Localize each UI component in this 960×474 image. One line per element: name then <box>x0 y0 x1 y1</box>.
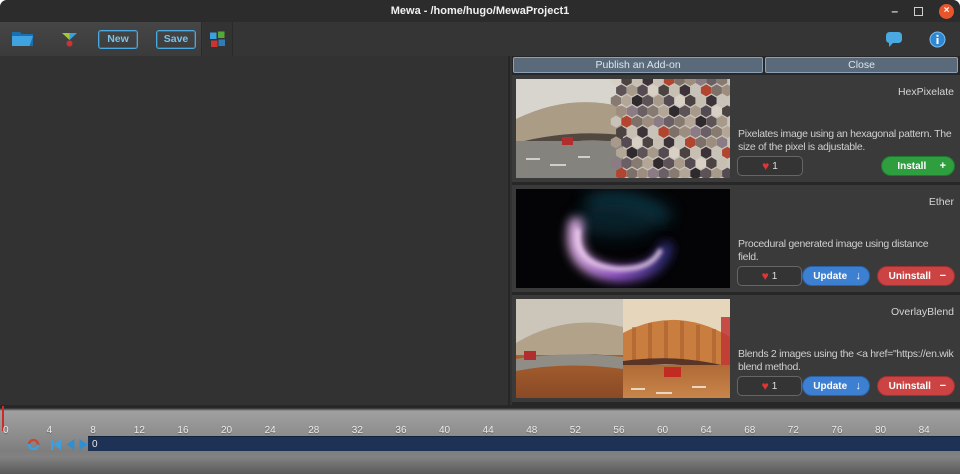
update-button[interactable]: Update ↓ <box>802 266 870 286</box>
timeline-tick-label: 0 <box>3 425 9 436</box>
open-folder-icon <box>11 30 35 48</box>
minimize-button[interactable]: – <box>891 6 898 16</box>
timeline-tick-label: 28 <box>308 425 319 436</box>
import-funnel-icon <box>61 31 78 48</box>
loop-icon <box>27 438 40 451</box>
feedback-button[interactable] <box>885 31 903 48</box>
loop-button[interactable] <box>27 438 40 451</box>
minus-icon: − <box>940 381 946 392</box>
window-controls: – × <box>891 0 954 22</box>
save-button[interactable]: Save <box>156 30 196 49</box>
addon-entry-hexpixelate: HexPixelate Pixelates image using an hex… <box>512 75 960 182</box>
timeline-tick-label: 64 <box>701 425 712 436</box>
timeline-tick-label: 48 <box>526 425 537 436</box>
like-count: 1 <box>772 381 778 392</box>
info-icon <box>929 31 946 48</box>
window-title: Mewa - /home/hugo/MewaProject1 <box>0 0 960 22</box>
ether-thumbnail <box>516 189 730 288</box>
addon-name: Ether <box>929 196 954 208</box>
toolbar-file-group: New Save <box>0 22 202 56</box>
timeline-tick-label: 24 <box>265 425 276 436</box>
playback-controls <box>0 437 88 453</box>
close-button[interactable]: × <box>939 4 954 19</box>
current-frame-label: 0 <box>92 439 98 450</box>
timeline-tick-label: 20 <box>221 425 232 436</box>
heart-icon: ♥ <box>762 160 769 172</box>
timeline-tick-label: 52 <box>570 425 581 436</box>
timeline-tick-label: 4 <box>47 425 53 436</box>
titlebar[interactable]: Mewa - /home/hugo/MewaProject1 – × <box>0 0 960 22</box>
timeline-tick-label: 36 <box>395 425 406 436</box>
node-canvas[interactable] <box>0 56 510 405</box>
addons-button[interactable] <box>209 31 226 48</box>
about-button[interactable] <box>929 31 946 48</box>
panel-close-button[interactable]: Close <box>765 57 958 73</box>
timeline-tick-label: 84 <box>919 425 930 436</box>
addon-info: Ether Procedural generated image using d… <box>736 189 956 288</box>
addons-icon <box>209 31 226 48</box>
overlayblend-thumbnail <box>516 299 730 398</box>
timeline-tick-label: 56 <box>613 425 624 436</box>
heart-icon: ♥ <box>762 380 769 392</box>
addon-entry-ether: Ether Procedural generated image using d… <box>512 185 960 292</box>
step-back-button[interactable] <box>65 438 78 451</box>
uninstall-button[interactable]: Uninstall − <box>877 376 955 396</box>
addon-description: Blends 2 images using the <a href="https… <box>738 348 956 374</box>
hexpixelate-thumbnail <box>516 79 730 178</box>
like-button[interactable]: ♥ 1 <box>737 376 802 396</box>
like-count: 1 <box>772 271 778 282</box>
download-arrow-icon: ↓ <box>856 381 862 392</box>
timeline-tick-label: 12 <box>134 425 145 436</box>
addon-info: HexPixelate Pixelates image using an hex… <box>736 79 956 178</box>
timeline-tick-label: 8 <box>90 425 96 436</box>
update-button[interactable]: Update ↓ <box>802 376 870 396</box>
like-button[interactable]: ♥ 1 <box>737 266 802 286</box>
main-toolbar: New Save <box>0 22 960 56</box>
chat-bubble-icon <box>885 31 903 48</box>
timeline-tick-label: 32 <box>352 425 363 436</box>
toolbar-right <box>234 22 960 56</box>
install-button[interactable]: Install + <box>881 156 955 176</box>
timeline-tick-label: 16 <box>177 425 188 436</box>
minus-icon: − <box>940 271 946 282</box>
addon-description: Procedural generated image using distanc… <box>738 238 956 264</box>
toolbar-addons-group <box>203 22 233 56</box>
heart-icon: ♥ <box>762 270 769 282</box>
step-back-icon <box>65 438 76 451</box>
download-arrow-icon: ↓ <box>856 271 862 282</box>
uninstall-button[interactable]: Uninstall − <box>877 266 955 286</box>
timeline-track[interactable]: 0 <box>88 436 960 451</box>
timeline-tick-label: 68 <box>744 425 755 436</box>
addon-name: OverlayBlend <box>891 306 954 318</box>
maximize-button[interactable] <box>914 7 923 16</box>
timeline-tick-label: 60 <box>657 425 668 436</box>
like-count: 1 <box>772 161 778 172</box>
like-button[interactable]: ♥ 1 <box>737 156 803 176</box>
addon-list: HexPixelate Pixelates image using an hex… <box>512 75 960 405</box>
open-project-button[interactable] <box>10 28 36 50</box>
addon-store-header: Publish an Add-on Close <box>512 56 960 75</box>
timeline-tick-label: 44 <box>483 425 494 436</box>
timeline-tick-label: 76 <box>831 425 842 436</box>
plus-icon: + <box>940 161 946 172</box>
import-button[interactable] <box>58 28 80 50</box>
skip-to-start-icon <box>50 438 62 451</box>
timeline-ruler[interactable]: 0481216202428323640444852566064687276808… <box>0 409 960 437</box>
app-window: Mewa - /home/hugo/MewaProject1 – × <box>0 0 960 474</box>
skip-to-start-button[interactable] <box>50 438 63 451</box>
timeline-tick-label: 40 <box>439 425 450 436</box>
timeline: 0481216202428323640444852566064687276808… <box>0 405 960 474</box>
addon-info: OverlayBlend Blends 2 images using the <… <box>736 299 956 398</box>
addon-entry-overlayblend: OverlayBlend Blends 2 images using the <… <box>512 295 960 402</box>
addon-description: Pixelates image using an hexagonal patte… <box>738 128 956 154</box>
new-button[interactable]: New <box>98 30 138 49</box>
timeline-tick-label: 80 <box>875 425 886 436</box>
timeline-tick-label: 72 <box>788 425 799 436</box>
publish-addon-button[interactable]: Publish an Add-on <box>513 57 763 73</box>
addon-store-panel: Publish an Add-on Close <box>512 56 960 405</box>
addon-name: HexPixelate <box>898 86 954 98</box>
